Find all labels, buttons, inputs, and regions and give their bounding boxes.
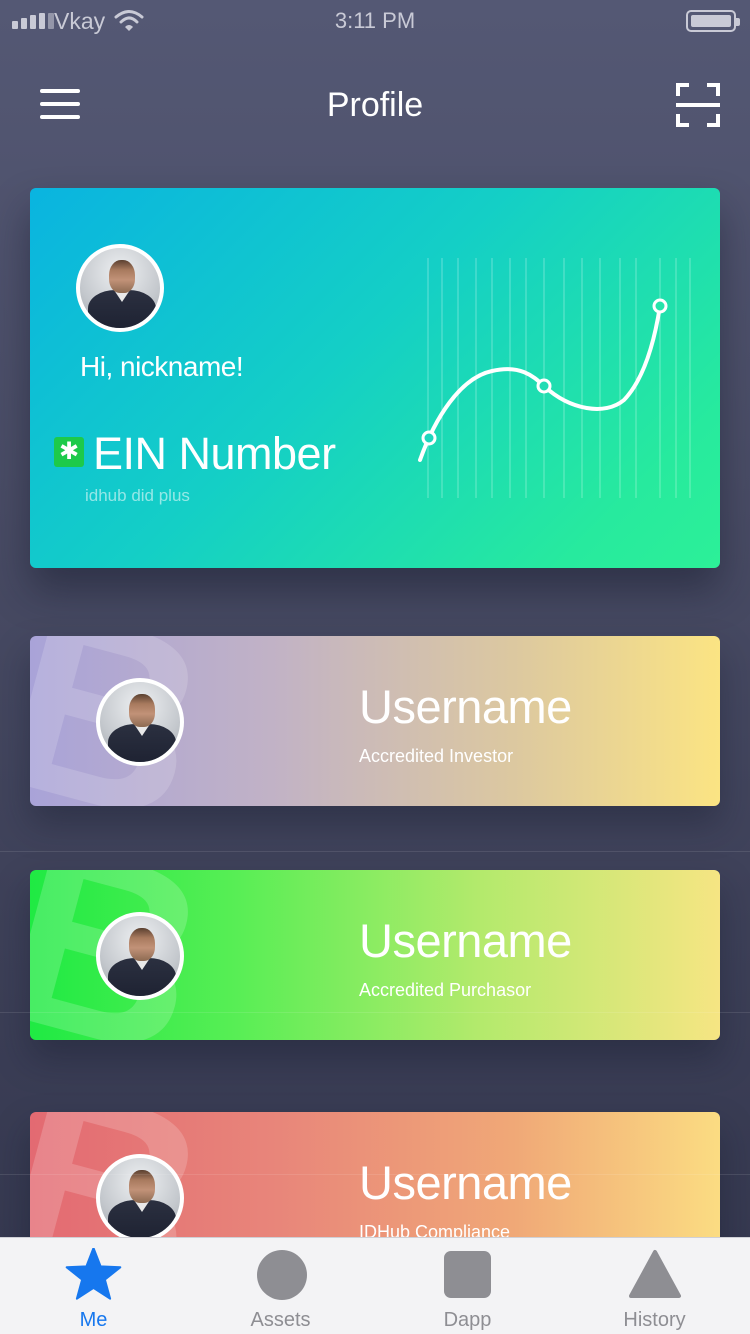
divider xyxy=(0,1012,750,1013)
greeting-text: Hi, nickname! xyxy=(80,351,244,382)
avatar[interactable] xyxy=(96,1154,184,1242)
tab-label: Dapp xyxy=(443,1309,492,1331)
hamburger-menu-icon xyxy=(40,89,80,93)
tab-label: Me xyxy=(79,1309,108,1331)
tab-dapp[interactable]: Dapp xyxy=(374,1238,561,1334)
avatar[interactable] xyxy=(76,244,164,332)
tab-assets[interactable]: Assets xyxy=(187,1238,374,1334)
battery-icon xyxy=(686,10,740,32)
circle-icon xyxy=(257,1250,307,1300)
chart-point xyxy=(536,378,552,394)
identity-card-investor[interactable]: B Username Accredited Investor xyxy=(30,636,720,806)
page-title: Profile xyxy=(326,86,424,124)
tab-me[interactable]: Me xyxy=(0,1238,187,1334)
square-icon xyxy=(444,1251,491,1298)
identity-card-purchasor[interactable]: B Username Accredited Purchasor xyxy=(30,870,720,1040)
card-role: Accredited Investor xyxy=(359,746,514,766)
asterisk-badge-icon xyxy=(54,437,84,467)
scan-frame-icon[interactable] xyxy=(676,83,720,127)
menu-button[interactable] xyxy=(40,89,80,119)
avatar[interactable] xyxy=(96,678,184,766)
avatar[interactable] xyxy=(96,912,184,1000)
tab-bar: Me Assets Dapp History xyxy=(0,1237,750,1334)
divider xyxy=(0,1174,750,1175)
chart-point xyxy=(652,298,668,314)
tab-history[interactable]: History xyxy=(561,1238,748,1334)
ein-subtitle: idhub did plus xyxy=(85,486,190,505)
status-bar: Vkay 3:11 PM xyxy=(0,0,750,40)
divider xyxy=(0,851,750,852)
tab-label: Assets xyxy=(250,1309,311,1331)
status-time: 3:11 PM xyxy=(334,8,416,33)
profile-card[interactable]: Hi, nickname! EIN Number idhub did plus xyxy=(30,188,720,568)
card-role: Accredited Purchasor xyxy=(359,980,532,1000)
card-username: Username xyxy=(359,680,572,733)
star-icon xyxy=(65,1248,122,1300)
ein-title: EIN Number xyxy=(93,428,336,479)
card-username: Username xyxy=(359,914,572,967)
chart-point xyxy=(421,430,437,446)
card-username: Username xyxy=(359,1156,572,1209)
tab-label: History xyxy=(623,1309,686,1331)
triangle-icon xyxy=(629,1250,681,1298)
